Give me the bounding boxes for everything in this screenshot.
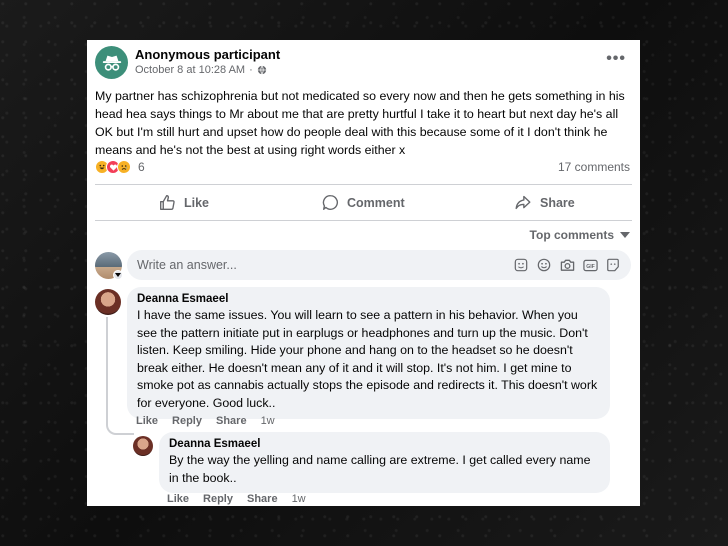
comment-like-link[interactable]: Like [136, 415, 158, 427]
divider [95, 220, 632, 221]
reply-bubble: Deanna Esmaeel By the way the yelling an… [159, 432, 610, 494]
sort-label: Top comments [529, 228, 614, 242]
reply-share-link[interactable]: Share [247, 493, 278, 505]
avatar-sticker-icon[interactable] [605, 257, 621, 273]
reply-author-avatar[interactable] [133, 436, 153, 456]
caret-down-icon [620, 232, 630, 238]
comment-share-link[interactable]: Share [216, 415, 247, 427]
commenter-avatar[interactable] [95, 289, 121, 315]
reaction-icons [95, 160, 131, 174]
reply-like-link[interactable]: Like [167, 493, 189, 505]
globe-icon [257, 65, 266, 75]
emoji-icon[interactable] [536, 257, 552, 273]
incognito-icon [102, 55, 121, 71]
answer-input[interactable] [137, 258, 513, 272]
reply-thread-line [106, 317, 134, 435]
comment-sort-dropdown[interactable]: Top comments [530, 228, 630, 242]
reaction-count: 6 [138, 160, 145, 174]
reply-actions: Like Reply Share 1w [167, 493, 306, 505]
thumbs-up-icon [160, 195, 175, 210]
share-label: Share [540, 195, 575, 210]
answer-composer: GIF [127, 250, 631, 280]
reply-author[interactable]: Deanna Esmaeel [169, 438, 600, 450]
share-icon [515, 195, 531, 210]
comment-button[interactable]: Comment [322, 194, 405, 211]
comment-time[interactable]: 1w [261, 415, 275, 427]
composer-icons: GIF [513, 257, 621, 273]
camera-icon[interactable] [559, 257, 575, 273]
post-author[interactable]: Anonymous participant [135, 47, 280, 62]
gif-icon[interactable]: GIF [582, 257, 598, 273]
anonymous-avatar[interactable] [95, 46, 128, 79]
like-label: Like [184, 195, 210, 210]
comment-actions: Like Reply Share 1w [136, 415, 275, 427]
comments-count-link[interactable]: 17 comments [558, 160, 630, 174]
reactions-summary[interactable]: 6 [95, 160, 145, 174]
comment-reply-link[interactable]: Reply [172, 415, 202, 427]
reply-reply-link[interactable]: Reply [203, 493, 233, 505]
chevron-down-icon[interactable] [113, 270, 123, 280]
post-meta: October 8 at 10:28 AM · [135, 64, 267, 76]
meta-separator: · [249, 64, 253, 76]
comment-bubble: Deanna Esmaeel I have the same issues. Y… [127, 287, 610, 419]
svg-text:GIF: GIF [586, 263, 595, 269]
post-card: Anonymous participant October 8 at 10:28… [87, 40, 640, 506]
share-button[interactable]: Share [514, 194, 575, 211]
post-body: My partner has schizophrenia but not med… [95, 89, 625, 157]
reply-time[interactable]: 1w [292, 493, 306, 505]
comment-author[interactable]: Deanna Esmaeel [137, 293, 600, 305]
more-options-button[interactable]: ••• [606, 50, 626, 68]
reply-text: By the way the yelling and name calling … [169, 453, 591, 485]
comment-label: Comment [347, 195, 405, 210]
comment-icon [322, 195, 338, 210]
comment-text: I have the same issues. You will learn t… [137, 308, 598, 410]
sad-reaction-icon [117, 160, 131, 174]
post-timestamp[interactable]: October 8 at 10:28 AM [135, 64, 245, 76]
divider [95, 184, 632, 185]
sticker-icon[interactable] [513, 257, 529, 273]
like-button[interactable]: Like [159, 194, 209, 211]
